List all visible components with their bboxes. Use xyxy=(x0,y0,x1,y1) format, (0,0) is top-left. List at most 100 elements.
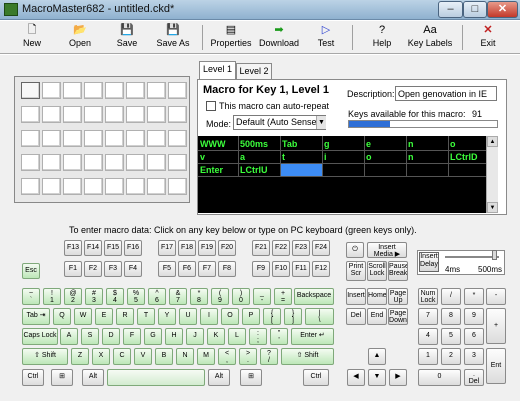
exit-button[interactable]: ✕ Exit xyxy=(472,23,504,52)
key-rwin[interactable]: ⊞ xyxy=(240,369,262,386)
key-scroll[interactable]: Scroll Lock xyxy=(367,261,387,281)
sequence-cell[interactable] xyxy=(364,164,406,176)
key-prtscr[interactable]: Print Scr xyxy=(346,261,366,281)
key-insert[interactable]: Insert xyxy=(346,288,366,305)
autorepeat-checkbox[interactable] xyxy=(206,101,216,111)
key-f24[interactable]: F24 xyxy=(312,240,330,256)
maximize-button[interactable]: □ xyxy=(463,1,487,18)
key-capslock[interactable]: Caps Lock xyxy=(22,328,58,345)
key-quote[interactable]: " ' xyxy=(270,328,288,345)
sequence-cell[interactable] xyxy=(448,164,486,176)
key-home[interactable]: Home xyxy=(367,288,387,305)
download-button[interactable]: ➡ Download xyxy=(256,23,302,52)
key-pageup[interactable]: Page Up xyxy=(388,288,408,305)
macro-sequence-grid[interactable]: WWW 500ms Tab g e n o v a t i o n LCtrlD Enter LCtrlU xyxy=(198,136,486,213)
programmable-key[interactable] xyxy=(168,154,187,171)
programmable-key[interactable] xyxy=(63,130,82,147)
scroll-down-icon[interactable]: ▼ xyxy=(487,202,498,213)
key-kp-div[interactable]: / xyxy=(441,288,461,305)
programmable-key[interactable] xyxy=(105,130,124,147)
key-f15[interactable]: F15 xyxy=(104,240,122,256)
programmable-key[interactable] xyxy=(84,154,103,171)
key-semi[interactable]: :; xyxy=(249,328,267,345)
key-n0[interactable]: ) 0 xyxy=(232,288,250,305)
sequence-cell[interactable]: o xyxy=(448,138,486,150)
key-slash[interactable]: ? / xyxy=(260,348,278,365)
sequence-cell[interactable]: i xyxy=(322,151,364,163)
key-g[interactable]: G xyxy=(144,328,162,345)
key-pause[interactable]: Pause Break xyxy=(388,261,408,281)
key-e[interactable]: E xyxy=(95,308,113,325)
key-rbrace[interactable]: }] xyxy=(284,308,302,325)
programmable-key[interactable] xyxy=(147,154,166,171)
programmable-key[interactable] xyxy=(63,82,82,99)
programmable-key[interactable] xyxy=(63,154,82,171)
key-p[interactable]: P xyxy=(242,308,260,325)
key-tab[interactable]: Tab ⇥ xyxy=(22,308,50,325)
key-pagedown[interactable]: Page Down xyxy=(388,308,408,325)
key-kp8[interactable]: 8 xyxy=(441,308,461,325)
key-kp9[interactable]: 9 xyxy=(464,308,484,325)
key-f23[interactable]: F23 xyxy=(292,240,310,256)
key-f1[interactable]: F1 xyxy=(64,261,82,277)
tab-level-1[interactable]: Level 1 xyxy=(199,61,236,80)
key-n1[interactable]: ! 1 xyxy=(43,288,61,305)
programmable-key[interactable] xyxy=(21,106,40,123)
key-x[interactable]: X xyxy=(92,348,110,365)
key-q[interactable]: Q xyxy=(53,308,71,325)
key-up[interactable]: ▲ xyxy=(368,348,386,365)
sequence-cell[interactable]: LCtrlU xyxy=(238,164,280,176)
key-lbrace[interactable]: {[ xyxy=(263,308,281,325)
key-d[interactable]: D xyxy=(102,328,120,345)
key-del[interactable]: Del xyxy=(346,308,366,325)
key-y[interactable]: Y xyxy=(158,308,176,325)
key-f13[interactable]: F13 xyxy=(64,240,82,256)
sequence-cell[interactable]: o xyxy=(364,151,406,163)
key-rctrl[interactable]: Ctrl xyxy=(303,369,329,386)
key-r[interactable]: R xyxy=(116,308,134,325)
key-f10[interactable]: F10 xyxy=(272,261,290,277)
key-f18[interactable]: F18 xyxy=(178,240,196,256)
key-m[interactable]: M xyxy=(197,348,215,365)
programmable-key[interactable] xyxy=(21,154,40,171)
programmable-key[interactable] xyxy=(42,82,61,99)
key-u[interactable]: U xyxy=(179,308,197,325)
key-f[interactable]: F xyxy=(123,328,141,345)
key-comma[interactable]: <, xyxy=(218,348,236,365)
sequence-cell[interactable]: n xyxy=(406,151,448,163)
sequence-cell[interactable] xyxy=(406,164,448,176)
programmable-key[interactable] xyxy=(21,82,40,99)
key-esc[interactable]: Esc xyxy=(22,263,40,279)
key-k[interactable]: K xyxy=(207,328,225,345)
key-z[interactable]: Z xyxy=(71,348,89,365)
save-button[interactable]: 💾 Save xyxy=(110,23,144,52)
key-kp4[interactable]: 4 xyxy=(418,328,438,345)
key-end[interactable]: End xyxy=(367,308,387,325)
key-f9[interactable]: F9 xyxy=(252,261,270,277)
sequence-cell[interactable]: a xyxy=(238,151,280,163)
save-as-button[interactable]: 💾 Save As xyxy=(152,23,194,52)
key-o[interactable]: O xyxy=(221,308,239,325)
test-button[interactable]: ▷ Test xyxy=(310,23,342,52)
sequence-cell[interactable] xyxy=(280,164,322,176)
programmable-key[interactable] xyxy=(147,82,166,99)
key-f4[interactable]: F4 xyxy=(124,261,142,277)
key-w[interactable]: W xyxy=(74,308,92,325)
close-window-button[interactable]: ✕ xyxy=(487,1,518,18)
key-ralt[interactable]: Alt xyxy=(208,369,230,386)
key-f2[interactable]: F2 xyxy=(84,261,102,277)
key-numlock[interactable]: Num Lock xyxy=(418,288,438,305)
key-n5[interactable]: % 5 xyxy=(127,288,145,305)
programmable-key[interactable] xyxy=(126,106,145,123)
key-power[interactable]: ⏻ xyxy=(346,242,364,258)
programmable-key[interactable] xyxy=(21,178,40,195)
programmable-key[interactable] xyxy=(84,178,103,195)
key-kp1[interactable]: 1 xyxy=(418,348,438,365)
key-pipe[interactable]: | \ xyxy=(305,308,334,325)
key-labels-button[interactable]: Aa Key Labels xyxy=(406,23,454,52)
key-f11[interactable]: F11 xyxy=(292,261,310,277)
key-n8[interactable]: * 8 xyxy=(190,288,208,305)
programmable-key[interactable] xyxy=(21,130,40,147)
key-period[interactable]: >. xyxy=(239,348,257,365)
key-left[interactable]: ◀ xyxy=(347,369,365,386)
